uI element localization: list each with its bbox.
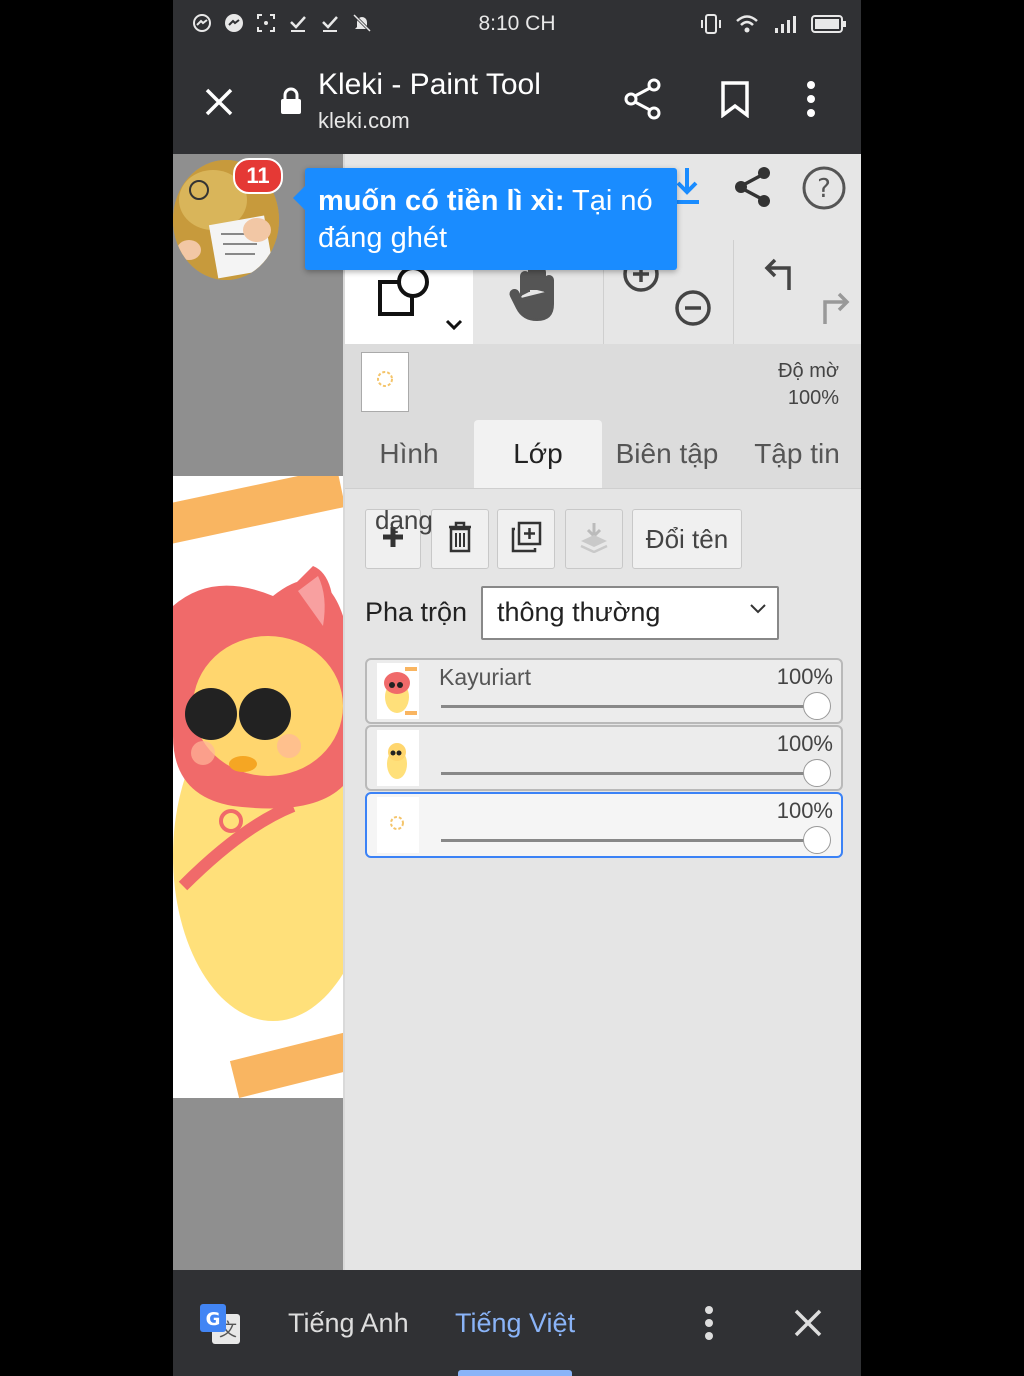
vibrate-icon bbox=[701, 12, 721, 41]
blend-mode-label: Pha trộn bbox=[365, 597, 468, 627]
undo-icon[interactable] bbox=[763, 254, 803, 299]
brush-preview[interactable] bbox=[361, 352, 409, 412]
layer-opacity: 100% bbox=[776, 731, 833, 756]
layer-thumbnail bbox=[377, 663, 419, 719]
chevron-down-icon bbox=[749, 602, 767, 620]
blend-mode-value: thông thường bbox=[497, 597, 661, 627]
share-icon[interactable] bbox=[733, 166, 773, 213]
active-tab-indicator bbox=[458, 1370, 572, 1376]
popup-arrow bbox=[293, 186, 305, 210]
translated-overlay-text: dạng bbox=[375, 505, 433, 535]
canvas-artwork[interactable] bbox=[173, 476, 343, 1098]
drawing-canvas[interactable] bbox=[173, 154, 343, 1270]
chevron-down-icon[interactable] bbox=[445, 318, 463, 336]
source-language-tab[interactable]: Tiếng Anh bbox=[288, 1308, 409, 1339]
blend-mode-select[interactable]: thông thường bbox=[481, 586, 779, 640]
layer-item[interactable]: 100% bbox=[365, 725, 843, 791]
close-icon[interactable] bbox=[793, 1308, 823, 1343]
zoom-out-icon[interactable] bbox=[673, 288, 713, 333]
lock-icon bbox=[279, 86, 303, 121]
brush-preview-row: Độ mờ 100% bbox=[345, 344, 861, 422]
tab-layers[interactable]: Lớp bbox=[474, 420, 602, 488]
tab-shape[interactable]: Hình bbox=[345, 420, 473, 488]
layer-opacity: 100% bbox=[776, 664, 833, 689]
tab-edit[interactable]: Biên tập bbox=[603, 420, 731, 488]
tool-panel: ? Độ mờ 100% Hình Lớp Biên tập Tập tin d… bbox=[345, 154, 861, 1271]
tab-file[interactable]: Tập tin bbox=[733, 420, 861, 488]
hand-icon bbox=[509, 262, 565, 329]
slider-handle[interactable] bbox=[803, 826, 831, 854]
help-icon[interactable]: ? bbox=[801, 165, 847, 216]
more-vert-icon[interactable] bbox=[805, 80, 817, 123]
layer-thumbnail bbox=[377, 797, 419, 853]
merge-down-icon bbox=[578, 521, 610, 558]
layer-name: Kayuriart bbox=[439, 664, 532, 690]
merge-down-button[interactable] bbox=[565, 509, 623, 569]
delete-layer-button[interactable] bbox=[431, 509, 489, 569]
message-popup[interactable]: muốn có tiền lì xì: Tại nó đáng ghét bbox=[293, 168, 677, 270]
more-vert-icon[interactable] bbox=[703, 1306, 715, 1345]
history-buttons bbox=[733, 240, 861, 344]
rename-layer-button[interactable]: Đổi tên bbox=[632, 509, 742, 569]
layer-item-selected[interactable]: 100% bbox=[365, 792, 843, 858]
target-language-tab[interactable]: Tiếng Việt bbox=[455, 1308, 575, 1339]
message-sender: muốn có tiền lì xì: bbox=[318, 185, 565, 217]
battery-icon bbox=[811, 14, 847, 39]
redo-icon[interactable] bbox=[811, 288, 851, 333]
share-icon[interactable] bbox=[623, 78, 663, 125]
trash-icon bbox=[447, 521, 473, 558]
duplicate-layer-button[interactable] bbox=[497, 509, 555, 569]
page-url[interactable]: kleki.com bbox=[318, 108, 410, 134]
wifi-icon bbox=[735, 14, 759, 39]
bookmark-icon[interactable] bbox=[719, 80, 751, 123]
page-title: Kleki - Paint Tool bbox=[318, 68, 541, 101]
duplicate-icon bbox=[510, 521, 542, 558]
browser-toolbar: Kleki - Paint Tool kleki.com bbox=[173, 50, 861, 154]
close-icon[interactable] bbox=[201, 84, 237, 125]
opacity-label: Độ mờ bbox=[778, 360, 839, 382]
google-translate-icon: 文G bbox=[198, 1302, 242, 1351]
svg-text:G: G bbox=[206, 1309, 221, 1330]
status-bar: 8:10 CH bbox=[173, 0, 861, 50]
download-icon[interactable] bbox=[673, 164, 701, 213]
translate-bar: 文G Tiếng Anh Tiếng Việt bbox=[173, 1270, 861, 1376]
layer-opacity-slider[interactable] bbox=[441, 839, 819, 842]
panel-tabs: Hình Lớp Biên tập Tập tin bbox=[345, 420, 861, 488]
layer-opacity-slider[interactable] bbox=[441, 705, 819, 708]
layer-opacity: 100% bbox=[776, 798, 833, 823]
shape-icon bbox=[377, 264, 433, 325]
opacity-value: 100% bbox=[787, 387, 839, 409]
slider-handle[interactable] bbox=[803, 759, 831, 787]
notification-badge: 11 bbox=[233, 158, 283, 194]
layers-panel: dạng Đổi tên Pha trộn thông thường Kayur… bbox=[345, 488, 861, 1271]
layer-item[interactable]: Kayuriart 100% bbox=[365, 658, 843, 724]
slider-handle[interactable] bbox=[803, 692, 831, 720]
opacity-display[interactable]: Độ mờ 100% bbox=[778, 358, 839, 412]
layer-opacity-slider[interactable] bbox=[441, 772, 819, 775]
layer-thumbnail bbox=[377, 730, 419, 786]
signal-icon bbox=[773, 14, 797, 39]
svg-text:?: ? bbox=[817, 174, 831, 204]
